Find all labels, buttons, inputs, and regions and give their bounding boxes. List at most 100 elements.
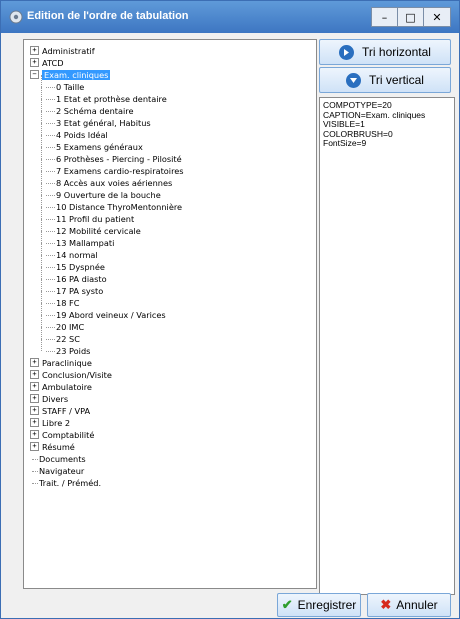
tree-root-item[interactable]: + Administratif [30, 45, 184, 57]
tree-root-label: Comptabilité [42, 430, 95, 440]
tree-child-label: 10 Distance ThyroMentonnière [56, 202, 183, 212]
annuler-button[interactable]: ✖ Annuler [367, 593, 451, 617]
close-button[interactable]: ✕ [423, 7, 451, 27]
tree-root-item[interactable]: − Exam. cliniques [30, 69, 184, 81]
tree-child-item[interactable]: 19 Abord veineux / Varices [30, 303, 184, 321]
tree-child-item[interactable]: 12 Mobilité cervicale [30, 219, 184, 237]
tree-root-item[interactable]: + Ambulatoire [30, 381, 184, 393]
tree-child-item[interactable]: 0 Taille [30, 75, 184, 93]
tree-child-item[interactable]: 18 FC [30, 291, 184, 309]
expand-icon[interactable]: + [30, 58, 39, 67]
property-line: FontSize=9 [323, 138, 367, 148]
enregistrer-label: Enregistrer [297, 598, 357, 612]
tree-child-label: 0 Taille [56, 82, 85, 92]
tree-child-item[interactable]: 2 Schéma dentaire [30, 99, 184, 117]
tree-child-label: 3 Etat général, Habitus [56, 118, 151, 128]
dialog-content: + Administratif + ATCD − Exam. cliniques 0 Tai… [9, 35, 455, 617]
expand-icon[interactable]: + [30, 394, 39, 403]
tree-child-item[interactable]: 14 normal [30, 243, 184, 261]
maximize-button[interactable]: □ [397, 7, 424, 27]
tree-child-item[interactable]: 6 Prothèses - Piercing - Pilosité [30, 147, 184, 165]
properties-panel[interactable]: COMPOTYPE=20 CAPTION=Exam. cliniques VISIB… [319, 97, 455, 595]
tree-child-item[interactable]: 16 PA diasto [30, 267, 184, 285]
tree-root-label: ATCD [42, 58, 64, 68]
tree-child-label: 1 Etat et prothèse dentaire [56, 94, 167, 104]
tree-root-label: Résumé [42, 442, 75, 452]
tree-child-label: 8 Accès aux voies aériennes [56, 178, 173, 188]
tree-root-label: Libre 2 [42, 418, 71, 428]
tree-child-label: 5 Examens généraux [56, 142, 143, 152]
expand-icon[interactable]: + [30, 430, 39, 439]
expand-icon[interactable]: + [30, 46, 39, 55]
arrow-down-icon [346, 72, 362, 88]
tree-child-item[interactable]: 13 Mallampati [30, 231, 184, 249]
tree-child-item[interactable]: 1 Etat et prothèse dentaire [30, 87, 184, 105]
tree-root-label: Divers [42, 394, 69, 404]
tree-root-item[interactable]: + Conclusion/Visite [30, 369, 184, 381]
expand-icon[interactable]: + [30, 406, 39, 415]
tree-leaf-label: Navigateur [39, 466, 85, 476]
tree-root-label: Ambulatoire [42, 382, 92, 392]
dialog-window: Edition de l'ordre de tabulation – □ ✕ +… [0, 0, 460, 619]
tree-child-item[interactable]: 22 SC [30, 327, 184, 345]
tree-child-label: 2 Schéma dentaire [56, 106, 134, 116]
tree-child-label: 16 PA diasto [56, 274, 107, 284]
tri-vertical-button[interactable]: Tri vertical [319, 67, 451, 93]
app-gear-icon [9, 10, 23, 24]
tree-leaf-item[interactable]: Navigateur [30, 465, 184, 477]
tree-child-item[interactable]: 20 IMC [30, 315, 184, 333]
tree-child-item[interactable]: 3 Etat général, Habitus [30, 111, 184, 129]
tree-leaf-item[interactable]: Documents [30, 453, 184, 465]
tree-root-item[interactable]: + Divers [30, 393, 184, 405]
expand-icon[interactable]: + [30, 382, 39, 391]
expand-icon[interactable]: + [30, 370, 39, 379]
tree-child-item[interactable]: 23 Poids [30, 339, 184, 357]
cancel-x-icon: ✖ [380, 597, 392, 612]
checkmark-icon: ✔ [281, 597, 293, 612]
tree-child-item[interactable]: 17 PA systo [30, 279, 184, 297]
tree-child-item[interactable]: 11 Profil du patient [30, 207, 184, 225]
tree-child-item[interactable]: 15 Dyspnée [30, 255, 184, 273]
tree-child-item[interactable]: 7 Examens cardio-respiratoires [30, 159, 184, 177]
tree-child-item[interactable]: 9 Ouverture de la bouche [30, 183, 184, 201]
tree-root-item[interactable]: + STAFF / VPA [30, 405, 184, 417]
enregistrer-button[interactable]: ✔ Enregistrer [277, 593, 361, 617]
tree-child-label: 18 FC [56, 298, 80, 308]
expand-icon[interactable]: + [30, 442, 39, 451]
tree-child-label: 7 Examens cardio-respiratoires [56, 166, 184, 176]
tree-root-item[interactable]: + Libre 2 [30, 417, 184, 429]
tab-order-tree[interactable]: + Administratif + ATCD − Exam. cliniques 0 Tai… [23, 39, 317, 589]
window-title: Edition de l'ordre de tabulation [27, 10, 189, 22]
tree-child-item[interactable]: 10 Distance ThyroMentonnière [30, 195, 184, 213]
tree-child-label: 22 SC [56, 334, 80, 344]
tree-root-label: Exam. cliniques [42, 70, 111, 80]
arrow-right-icon [339, 44, 355, 60]
minimize-button[interactable]: – [371, 7, 398, 27]
tree-child-label: 15 Dyspnée [56, 262, 105, 272]
tree-child-item[interactable]: 8 Accès aux voies aériennes [30, 171, 184, 189]
tree-root-item[interactable]: + Résumé [30, 441, 184, 453]
annuler-label: Annuler [396, 598, 438, 612]
tree-child-label: 19 Abord veineux / Varices [56, 310, 166, 320]
tree-leaf-label: Documents [39, 454, 86, 464]
collapse-icon[interactable]: − [30, 70, 39, 79]
tree-child-label: 23 Poids [56, 346, 91, 356]
tree-root-label: Conclusion/Visite [42, 370, 112, 380]
tree-child-label: 11 Profil du patient [56, 214, 135, 224]
tree-child-label: 17 PA systo [56, 286, 104, 296]
expand-icon[interactable]: + [30, 358, 39, 367]
tree-child-item[interactable]: 5 Examens généraux [30, 135, 184, 153]
title-bar: Edition de l'ordre de tabulation – □ ✕ [1, 1, 459, 33]
tree-root-label: Administratif [42, 46, 95, 56]
tree-root-label: STAFF / VPA [42, 406, 91, 416]
tree-root-label: Paraclinique [42, 358, 92, 368]
expand-icon[interactable]: + [30, 418, 39, 427]
tree-root-item[interactable]: + ATCD [30, 57, 184, 69]
tree-child-label: 13 Mallampati [56, 238, 115, 248]
tree-leaf-item[interactable]: Trait. / Préméd. [30, 477, 184, 489]
tree-root-item[interactable]: + Comptabilité [30, 429, 184, 441]
tree-root-item[interactable]: + Paraclinique [30, 357, 184, 369]
tri-horizontal-button[interactable]: Tri horizontal [319, 39, 451, 65]
tree-child-label: 4 Poids Idéal [56, 130, 108, 140]
tree-child-item[interactable]: 4 Poids Idéal [30, 123, 184, 141]
